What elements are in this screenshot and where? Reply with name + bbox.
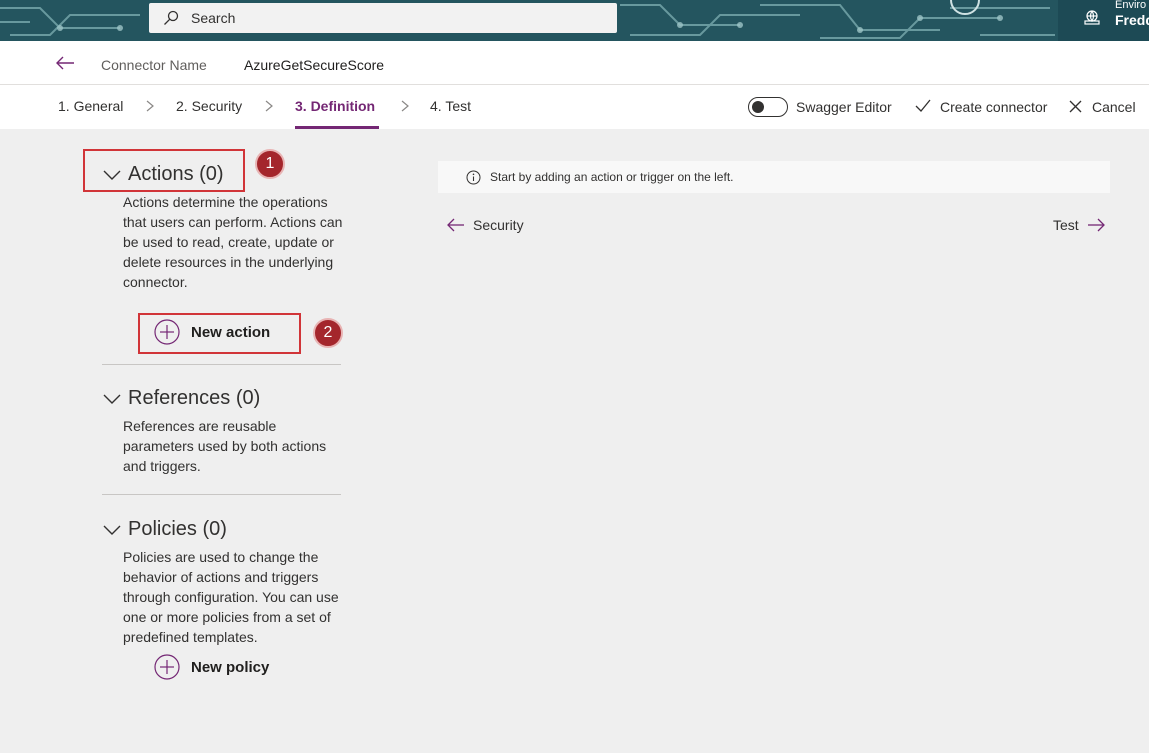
next-step-label: Test xyxy=(1053,217,1079,233)
references-section-header[interactable]: References (0) xyxy=(103,387,260,410)
connector-name-label: Connector Name xyxy=(101,57,207,73)
chevron-right-icon xyxy=(146,100,154,112)
environment-name[interactable]: Fredd xyxy=(1115,12,1149,28)
chevron-down-icon xyxy=(103,394,121,404)
environment-label: Enviro xyxy=(1115,0,1147,11)
annotation-highlight-box xyxy=(138,313,301,354)
search-input[interactable]: Search xyxy=(191,10,235,26)
previous-step-label: Security xyxy=(473,217,524,233)
search-box[interactable]: Search xyxy=(149,3,617,33)
section-divider xyxy=(102,364,341,365)
policies-title: Policies (0) xyxy=(128,518,227,540)
tab-definition[interactable]: 3. Definition xyxy=(295,98,375,114)
section-divider xyxy=(102,494,341,495)
search-icon xyxy=(164,10,179,25)
cancel-button[interactable]: Cancel xyxy=(1092,99,1136,115)
references-description: References are reusable parameters used … xyxy=(123,418,327,474)
back-arrow-icon[interactable] xyxy=(55,55,75,71)
policies-description: Policies are used to change the behavior… xyxy=(123,549,339,645)
tab-test[interactable]: 4. Test xyxy=(430,98,471,114)
chevron-right-icon xyxy=(265,100,273,112)
checkmark-icon[interactable] xyxy=(915,99,931,113)
swagger-editor-toggle[interactable] xyxy=(748,97,788,117)
connector-name-value[interactable]: AzureGetSecureScore xyxy=(244,57,384,73)
info-icon xyxy=(466,170,481,184)
annotation-badge-1: 1 xyxy=(255,149,285,179)
references-title: References (0) xyxy=(128,387,261,409)
chevron-right-icon xyxy=(401,100,409,112)
new-policy-button[interactable]: New policy xyxy=(154,654,269,680)
info-message-bar: Start by adding an action or trigger on … xyxy=(438,161,1110,193)
tab-security[interactable]: 2. Security xyxy=(176,98,242,114)
new-policy-label: New policy xyxy=(191,658,270,676)
environment-icon xyxy=(1084,10,1100,25)
annotation-highlight-box xyxy=(83,149,245,192)
info-message-text: Start by adding an action or trigger on … xyxy=(490,170,734,184)
actions-description: Actions determine the operations that us… xyxy=(123,194,343,290)
previous-step-link[interactable]: Security xyxy=(447,217,524,233)
tab-general[interactable]: 1. General xyxy=(58,98,123,114)
arrow-right-icon xyxy=(1087,218,1105,232)
arrow-left-icon xyxy=(447,218,464,232)
swagger-editor-label[interactable]: Swagger Editor xyxy=(796,99,892,115)
active-tab-indicator xyxy=(295,126,379,129)
top-banner: Search Enviro Fredd xyxy=(0,0,1149,41)
add-circle-icon xyxy=(154,654,180,680)
next-step-link[interactable]: Test xyxy=(1053,217,1105,233)
annotation-badge-2: 2 xyxy=(313,318,343,348)
create-connector-button[interactable]: Create connector xyxy=(940,99,1047,115)
close-icon[interactable] xyxy=(1069,100,1082,113)
wizard-tabs: 1. General 2. Security 3. Definition 4. … xyxy=(0,85,1149,129)
policies-section-header[interactable]: Policies (0) xyxy=(103,518,227,541)
connector-header: Connector Name AzureGetSecureScore xyxy=(0,41,1149,85)
chevron-down-icon xyxy=(103,525,121,535)
